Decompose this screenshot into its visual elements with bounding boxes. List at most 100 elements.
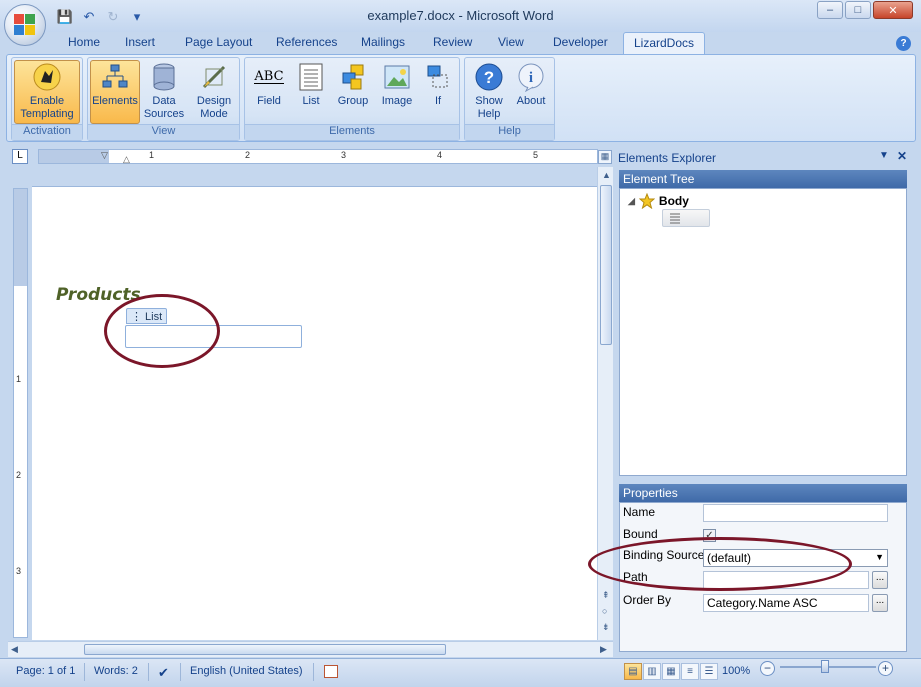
print-layout-view-button[interactable]: ▤ [624,663,642,680]
field-label: Field [257,95,281,107]
svg-text:i: i [529,70,533,86]
group-button[interactable]: Group [333,61,373,108]
word-count[interactable]: Words: 2 [94,665,138,677]
field-icon: ABC [254,69,284,84]
about-button[interactable]: i About [511,61,551,108]
tab-view[interactable]: View [498,35,524,49]
view-ruler-icon[interactable]: ▦ [598,150,612,164]
outline-view-button[interactable]: ≡ [681,663,699,680]
full-screen-reading-button[interactable]: ▥ [643,663,661,680]
tab-developer[interactable]: Developer [553,35,608,49]
horizontal-scrollbar[interactable]: ◀ ▶ [8,641,613,657]
order-by-browse-button[interactable]: ... [872,594,888,612]
image-button[interactable]: Image [377,61,417,108]
tree-node-list[interactable] [662,209,710,227]
vertical-scroll-thumb[interactable] [600,185,612,345]
bound-checkbox[interactable]: ✓ [703,529,716,542]
enable-templating-button[interactable]: Enable Templating [14,60,80,124]
document-page[interactable]: Products ⋮ List [32,186,597,640]
element-tree[interactable]: ◢ Body [619,188,907,476]
properties-panel: Name Bound ✓ Binding Source (default) ▼ … [619,502,907,652]
list-icon [294,61,328,93]
zoom-out-button[interactable]: − [760,661,775,676]
pane-close-icon[interactable]: ✕ [897,149,907,163]
title-bar: 💾 ↶ ↻ ▾ example7.docx - Microsoft Word –… [0,0,921,32]
vertical-ruler[interactable]: 1 2 3 [13,188,28,638]
tab-page-layout[interactable]: Page Layout [185,35,252,49]
binding-source-value: (default) [707,551,752,565]
minimize-button[interactable]: – [817,1,843,19]
elements-explorer-header: Elements Explorer ▼ ✕ [615,149,915,167]
tab-stop-selector[interactable]: L [12,149,28,164]
office-button[interactable] [4,4,46,46]
zoom-slider-thumb[interactable] [821,660,829,673]
about-icon: i [514,61,548,93]
design-mode-button[interactable]: Design Mode [189,61,239,121]
name-field[interactable] [703,504,888,522]
path-browse-button[interactable]: ... [872,571,888,589]
macro-record-icon[interactable] [324,665,338,678]
group-label-help: Help [465,124,554,140]
scroll-up-icon[interactable]: ▲ [602,170,611,180]
next-page-icon[interactable]: ⇟ [602,622,610,633]
web-layout-button[interactable]: ▦ [662,663,680,680]
horizontal-scroll-thumb[interactable] [84,644,446,655]
tab-references[interactable]: References [276,35,337,49]
binding-source-select[interactable]: (default) ▼ [703,549,888,567]
ruler-number: 3 [16,566,22,576]
order-by-field[interactable]: Category.Name ASC [703,594,869,612]
group-label-activation: Activation [12,124,82,140]
lizard-icon [30,61,64,93]
hanging-indent-icon[interactable]: △ [123,154,130,165]
list-content-control[interactable] [125,325,302,348]
draft-view-button[interactable]: ☰ [700,663,718,680]
design-mode-icon [197,61,231,93]
dropdown-arrow-icon: ▼ [875,552,884,562]
proofing-icon[interactable]: ✔ [158,665,169,681]
previous-page-icon[interactable]: ⇞ [602,590,610,601]
window-controls: – □ ✕ [817,1,913,19]
properties-title: Properties [619,484,907,502]
group-activation: Enable Templating Activation [11,57,83,141]
page-count[interactable]: Page: 1 of 1 [16,665,75,677]
zoom-in-button[interactable]: + [878,661,893,676]
indent-marker-icon[interactable]: ▽ [101,150,108,161]
scroll-left-icon[interactable]: ◀ [11,644,18,655]
tree-node-body[interactable]: ◢ Body [628,193,689,209]
maximize-button[interactable]: □ [845,1,871,19]
horizontal-ruler[interactable]: 1 2 3 4 5 ▽ △ [38,149,598,164]
list-content-control-tag[interactable]: ⋮ List [126,308,168,324]
group-label-view: View [88,124,239,140]
data-sources-button[interactable]: Data Sources [142,61,186,121]
path-field[interactable] [703,571,869,589]
show-help-button[interactable]: ? Show Help [469,61,509,121]
pane-menu-icon[interactable]: ▼ [879,150,889,161]
language[interactable]: English (United States) [190,665,303,677]
name-label: Name [623,505,656,519]
show-help-label: Show Help [475,95,503,120]
browse-object-icon[interactable]: ○ [602,606,607,616]
vertical-scrollbar[interactable]: ▲ ⇞ ○ ⇟ [597,167,613,640]
ribbon: Enable Templating Activation Elements Da… [6,54,916,142]
group-help: ? Show Help i About Help [464,57,555,141]
if-label: If [434,95,442,107]
zoom-level[interactable]: 100% [722,665,750,677]
tab-lizarddocs[interactable]: LizardDocs [623,32,706,55]
tree-node-label: Body [658,194,689,208]
ruler-number: 2 [245,150,251,160]
help-icon[interactable]: ? [896,36,911,51]
tab-mailings[interactable]: Mailings [361,35,405,49]
tab-insert[interactable]: Insert [125,35,155,49]
tab-review[interactable]: Review [433,35,472,49]
list-button[interactable]: List [293,61,329,108]
close-button[interactable]: ✕ [873,1,913,19]
if-button[interactable]: If [421,61,455,108]
products-heading[interactable]: Products [56,285,141,305]
tab-home[interactable]: Home [68,35,100,49]
group-elements: ABC Field List Group Image If Elements [244,57,460,141]
scroll-right-icon[interactable]: ▶ [600,644,607,655]
field-button[interactable]: ABC Field [249,61,289,108]
elements-button[interactable]: Elements [90,60,140,124]
ruler-number: 3 [341,150,347,160]
collapse-icon[interactable]: ◢ [628,196,635,207]
